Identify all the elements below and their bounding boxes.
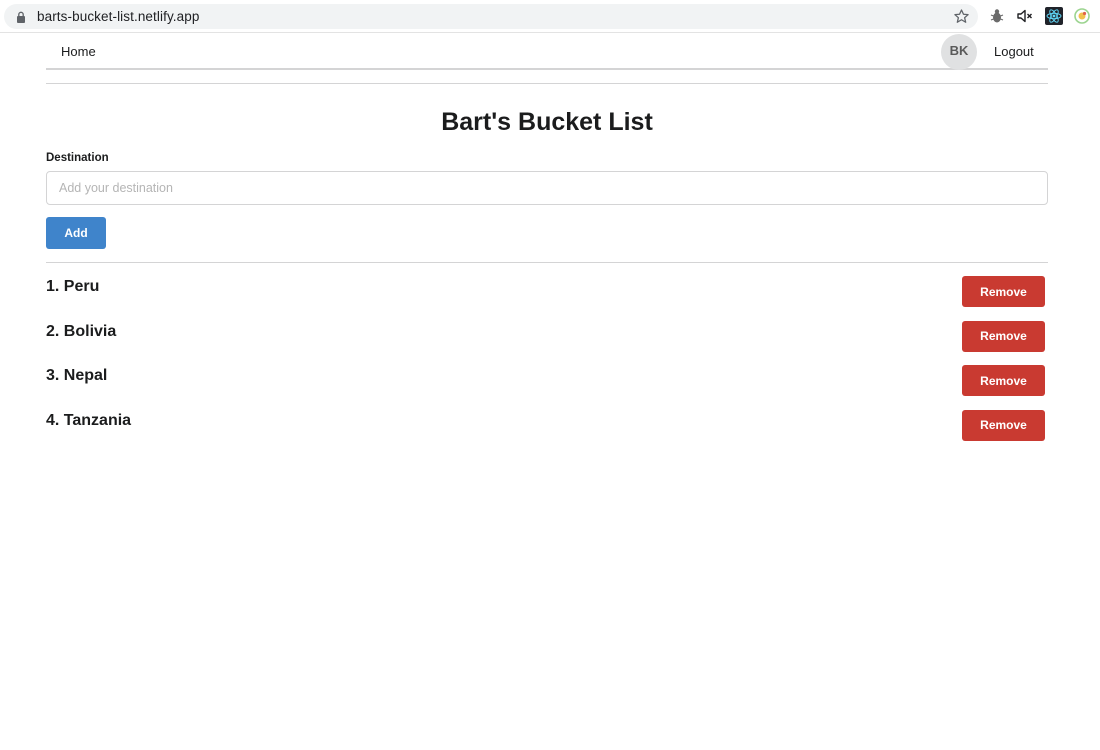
list-item: 3. Nepal Remove bbox=[46, 365, 1046, 410]
page-title: Bart's Bucket List bbox=[441, 108, 653, 136]
star-icon[interactable] bbox=[953, 8, 970, 25]
remove-button[interactable]: Remove bbox=[962, 320, 1045, 352]
browser-toolbar: barts-bucket-list.netlify.app bbox=[0, 0, 1100, 33]
destination-label: Destination bbox=[46, 152, 109, 164]
divider bbox=[46, 262, 1048, 263]
url-text[interactable]: barts-bucket-list.netlify.app bbox=[37, 9, 199, 24]
destination-name: 2. Bolivia bbox=[46, 322, 117, 340]
remove-button[interactable]: Remove bbox=[962, 365, 1045, 396]
extension-circle-icon[interactable] bbox=[1073, 7, 1091, 25]
remove-button[interactable]: Remove bbox=[962, 276, 1045, 307]
list-item: 4. Tanzania Remove bbox=[46, 409, 1046, 455]
add-button[interactable]: Add bbox=[46, 217, 106, 249]
bug-extension-icon[interactable] bbox=[988, 7, 1006, 25]
mute-icon[interactable] bbox=[1016, 7, 1034, 25]
destination-list: 1. Peru Remove 2. Bolivia Remove 3. Nepa… bbox=[46, 276, 1046, 454]
list-item: 2. Bolivia Remove bbox=[46, 320, 1046, 366]
destination-name: 1. Peru bbox=[46, 278, 100, 295]
list-item: 1. Peru Remove bbox=[46, 276, 1046, 321]
remove-button[interactable]: Remove bbox=[962, 409, 1045, 441]
react-devtools-icon[interactable] bbox=[1045, 7, 1063, 25]
destination-input[interactable] bbox=[46, 171, 1048, 205]
avatar[interactable]: BK bbox=[941, 34, 977, 70]
address-bar[interactable]: barts-bucket-list.netlify.app bbox=[4, 4, 978, 29]
lock-icon[interactable] bbox=[16, 11, 26, 23]
divider bbox=[46, 83, 1048, 84]
destination-name: 3. Nepal bbox=[46, 367, 108, 384]
nav-logout-link[interactable]: Logout bbox=[994, 44, 1034, 59]
destination-name: 4. Tanzania bbox=[46, 411, 132, 429]
top-menu: Home BK Logout bbox=[46, 33, 1048, 70]
nav-home-link[interactable]: Home bbox=[61, 44, 96, 59]
